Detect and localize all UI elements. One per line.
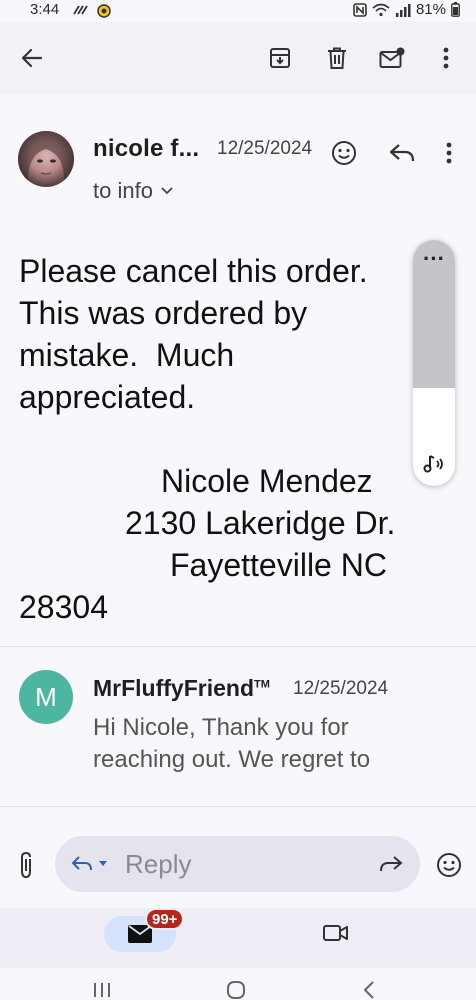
- reply-input[interactable]: Reply: [55, 836, 420, 892]
- reply-button[interactable]: [389, 142, 415, 164]
- attach-button[interactable]: [18, 851, 34, 879]
- message-date: 12/25/2024: [217, 138, 313, 159]
- wifi-call-icon: [72, 2, 90, 18]
- sender-avatar[interactable]: [18, 131, 74, 187]
- more-options-button[interactable]: [426, 38, 466, 78]
- signature-name: Nicole Mendez: [161, 463, 373, 499]
- back-arrow-icon: [21, 48, 43, 68]
- emoji-button[interactable]: [436, 852, 462, 878]
- delete-button[interactable]: [317, 38, 357, 78]
- battery-percent: 81%: [415, 1, 446, 18]
- back-button[interactable]: [12, 38, 52, 78]
- forward-arrow-icon: [379, 854, 403, 874]
- signal-icon: [395, 3, 411, 17]
- volume-more-icon[interactable]: ···: [413, 248, 455, 270]
- volume-slider[interactable]: ···: [413, 240, 455, 486]
- status-time: 3:44: [30, 1, 60, 18]
- chevron-down-icon: [161, 187, 173, 195]
- recipient-label: to info: [93, 178, 153, 203]
- video-camera-icon: [323, 924, 349, 942]
- battery-icon: [451, 2, 460, 17]
- reply-type-icon[interactable]: [71, 854, 111, 874]
- signature-zip: 28304: [19, 589, 108, 625]
- sender-name[interactable]: nicole f...: [93, 135, 199, 163]
- home-button[interactable]: [226, 981, 246, 999]
- reply-sender-name[interactable]: MrFluffyFriendTM: [93, 675, 270, 702]
- forward-button[interactable]: [379, 854, 403, 874]
- recent-apps-icon: [92, 981, 112, 999]
- mark-unread-icon: [379, 47, 405, 69]
- add-reaction-button[interactable]: [331, 140, 357, 166]
- body-line: appreciated.: [19, 379, 196, 415]
- system-back-button[interactable]: [362, 981, 376, 999]
- status-left-icons: [72, 2, 112, 18]
- smiley-icon: [331, 140, 357, 166]
- signature-street: 2130 Lakeridge Dr.: [125, 505, 396, 541]
- nav-meet-tab[interactable]: [323, 924, 349, 942]
- delete-icon: [327, 47, 347, 69]
- reply-date: 12/25/2024: [293, 678, 389, 699]
- paperclip-icon: [18, 851, 34, 879]
- body-line: Please cancel this order.: [19, 253, 368, 289]
- divider: [0, 806, 476, 807]
- reply-arrow-icon: [389, 142, 415, 164]
- home-icon: [226, 981, 246, 999]
- email-body: Please cancel this order. This was order…: [19, 250, 419, 418]
- chevron-left-icon: [362, 981, 376, 999]
- archive-button[interactable]: [260, 38, 300, 78]
- body-line: This was ordered by: [19, 295, 308, 331]
- smiley-icon: [436, 852, 462, 878]
- signature-city: Fayetteville NC: [170, 547, 387, 583]
- mark-unread-button[interactable]: [372, 38, 412, 78]
- status-right: 81%: [353, 1, 460, 18]
- wifi-icon: [372, 3, 390, 17]
- reply-placeholder: Reply: [125, 848, 192, 879]
- trademark-mark: TM: [254, 678, 270, 691]
- more-vertical-icon: [443, 47, 449, 69]
- media-volume-icon[interactable]: [422, 452, 446, 476]
- app-notification-icon: [96, 2, 112, 18]
- reply-sender-avatar[interactable]: M: [19, 670, 73, 724]
- recipient-row[interactable]: to info: [93, 178, 173, 204]
- archive-icon: [269, 47, 291, 69]
- bottom-nav: [0, 908, 476, 968]
- nfc-icon: [353, 2, 367, 17]
- reply-sender-label: MrFluffyFriend: [93, 675, 254, 701]
- recent-apps-button[interactable]: [92, 981, 112, 999]
- body-line: mistake. Much: [19, 337, 235, 373]
- divider: [0, 646, 476, 647]
- more-vertical-icon: [446, 142, 452, 164]
- reply-snippet[interactable]: Hi Nicole, Thank you for reaching out. W…: [93, 712, 423, 776]
- message-more-button[interactable]: [446, 142, 452, 164]
- unread-badge: 99+: [145, 908, 185, 930]
